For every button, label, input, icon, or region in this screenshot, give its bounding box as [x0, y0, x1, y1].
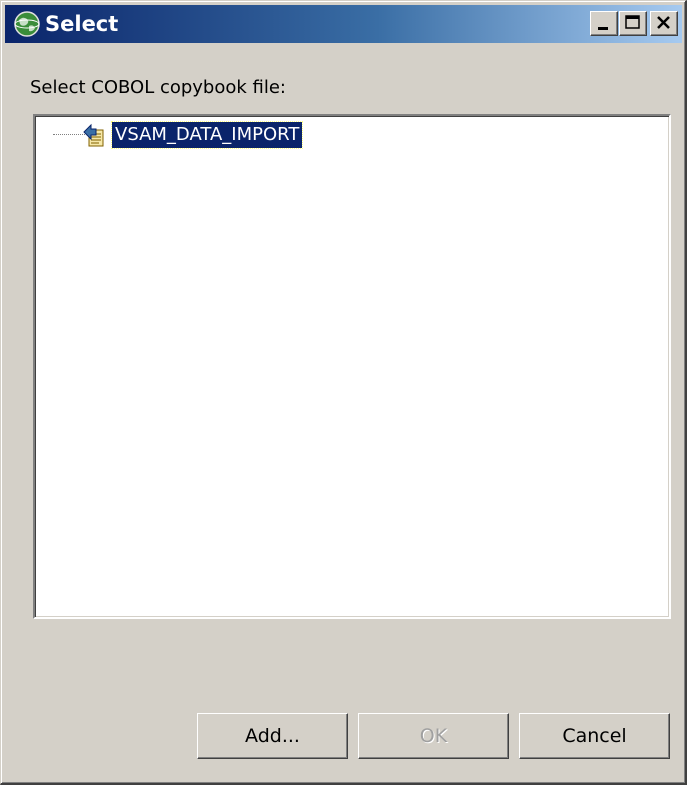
add-button[interactable]: Add...: [197, 713, 348, 759]
title-bar[interactable]: Select: [5, 5, 682, 43]
tree-item-vsam-data-import[interactable]: VSAM_DATA_IMPORT: [110, 121, 304, 149]
ok-button[interactable]: OK: [358, 713, 509, 759]
globe-icon: [14, 11, 40, 37]
cancel-button[interactable]: Cancel: [519, 713, 670, 759]
prompt-label: Select COBOL copybook file:: [30, 77, 286, 98]
close-button[interactable]: [650, 11, 678, 36]
copybook-tree[interactable]: VSAM_DATA_IMPORT: [33, 114, 671, 619]
maximize-icon: [625, 15, 640, 29]
copybook-file-icon: [83, 123, 104, 147]
minimize-button[interactable]: [590, 11, 618, 36]
maximize-button[interactable]: [619, 11, 647, 36]
window-title: Select: [45, 12, 119, 36]
close-icon: [657, 16, 670, 29]
select-dialog: Select Select COBOL copybook file: VSAM_…: [0, 0, 687, 785]
minimize-icon: [598, 27, 608, 30]
